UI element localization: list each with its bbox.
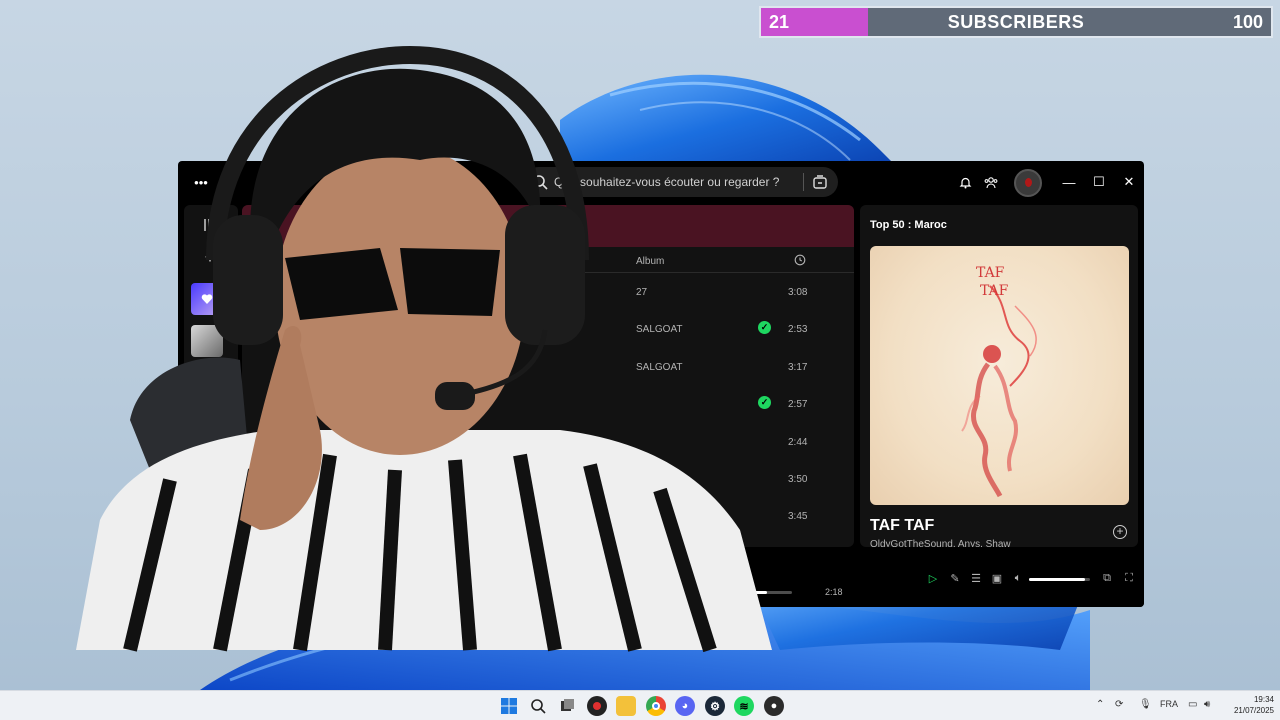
queue-icon[interactable]: ☰ (969, 571, 983, 585)
track-duration: 3:45 (788, 511, 808, 523)
playback-progress-fill (708, 591, 767, 594)
search-divider (803, 173, 804, 191)
subscriber-goal-bar: 21 SUBSCRIBERS 100 (759, 6, 1273, 38)
spotify-window: ••• ‹ Que souhaitez-vous écouter ou rega… (178, 161, 1144, 607)
track-duration: 2:44 (788, 436, 808, 448)
network-icon[interactable]: ▭ (1188, 699, 1197, 710)
volume-icon[interactable]: 🔈︎ (1011, 571, 1025, 585)
album-cover-art: TAF TAF (870, 246, 1129, 505)
liked-songs-cover[interactable] (191, 283, 223, 315)
lyrics-icon[interactable]: ✎ (948, 571, 962, 585)
playlist-main-view: Album 27 3:08 SALGOAT ✓ 2:53 SALGOAT 3:17 ✓ 2:57… (242, 205, 854, 547)
taskbar-clock[interactable]: 19:34 21/07/2025 (1226, 694, 1274, 716)
track-row[interactable]: SALGOAT ✓ 2:53 (242, 311, 854, 348)
clock-date: 21/07/2025 (1233, 706, 1274, 715)
friend-activity-icon[interactable] (982, 173, 1000, 191)
maximize-icon[interactable]: ☐ (1090, 173, 1108, 191)
track-row[interactable]: SALGOAT 3:17 (242, 349, 854, 386)
track-album[interactable]: SALGOAT (636, 324, 683, 335)
downloaded-check-icon: ✓ (758, 396, 771, 410)
file-explorer-icon[interactable] (616, 696, 636, 716)
track-duration: 3:17 (788, 361, 808, 373)
add-to-library-icon[interactable]: + (1113, 525, 1127, 539)
fullscreen-icon[interactable]: ⛶ (1122, 571, 1136, 585)
steam-icon[interactable]: ⚙ (705, 696, 725, 716)
browse-icon[interactable] (812, 174, 828, 193)
spotify-topbar: ••• ‹ Que souhaitez-vous écouter ou rega… (178, 161, 1144, 203)
now-playing-song-title[interactable]: TAF TAF (870, 517, 934, 535)
windows-start-icon[interactable] (499, 696, 519, 716)
smoke-figure-illustration (961, 285, 1037, 498)
track-table-header: Album (242, 253, 854, 273)
playback-progress-bar[interactable] (708, 591, 792, 594)
subscriber-label: SUBSCRIBERS (947, 11, 1085, 32)
downloaded-check-icon: ✓ (758, 321, 771, 335)
playlist-header (242, 205, 854, 247)
close-icon[interactable]: ✕ (1120, 173, 1138, 191)
microphone-icon[interactable]: 🎙︎ (1139, 699, 1152, 710)
heart-icon (201, 294, 213, 304)
track-row[interactable]: 3:45 (242, 498, 854, 535)
show-hidden-icons-icon[interactable]: ⌃ (1096, 699, 1104, 710)
player-bar: 2:18 ▷ ✎ ☰ ▣ 🔈︎ ⧉ ⛶ (178, 553, 1144, 607)
obs-icon[interactable]: ● (764, 696, 784, 716)
track-row[interactable]: 2:44 (242, 424, 854, 461)
total-time: 2:18 (825, 587, 843, 597)
more-options-icon[interactable]: ••• (192, 173, 210, 191)
volume-slider[interactable] (1029, 578, 1090, 581)
track-duration: 2:57 (788, 399, 808, 411)
create-playlist-icon[interactable]: + (198, 245, 222, 269)
track-duration: 3:08 (788, 287, 808, 298)
windows-taskbar: ◕ ⚙ ≋ ● ⌃ ⟳ 🎙︎ FRA ▭ 🔊︎ 19:34 21/07/2025 (0, 690, 1280, 720)
library-icon[interactable] (198, 213, 222, 237)
sync-icon[interactable]: ⟳ (1115, 699, 1123, 710)
search-input[interactable]: Que souhaitez-vous écouter ou regarder ? (554, 175, 779, 189)
track-duration: 3:50 (788, 474, 808, 485)
search-icon[interactable] (528, 696, 548, 716)
chrome-icon[interactable] (646, 696, 666, 716)
track-row[interactable]: 27 3:08 (242, 274, 854, 311)
search-icon (532, 174, 548, 193)
connect-device-icon[interactable]: ▣ (990, 571, 1004, 585)
album-column-header[interactable]: Album (636, 256, 664, 267)
subscriber-goal: 100 (1232, 11, 1263, 32)
spotify-icon[interactable]: ≋ (734, 696, 754, 716)
task-view-icon[interactable] (557, 696, 577, 716)
now-playing-artists[interactable]: OldyGotTheSound, Anys, Shaw (870, 539, 1011, 547)
language-indicator[interactable]: FRA (1160, 699, 1178, 709)
library-sidebar: + (184, 205, 238, 547)
miniplayer-icon[interactable]: ⧉ (1100, 571, 1114, 585)
discord-icon[interactable]: ◕ (675, 696, 695, 716)
red-app-icon[interactable] (587, 696, 607, 716)
user-avatar[interactable] (1014, 169, 1042, 197)
clock-time: 19:34 (1253, 695, 1274, 704)
track-row[interactable]: 3:50 (242, 461, 854, 498)
duration-clock-icon[interactable] (794, 254, 806, 269)
now-playing-playlist-title[interactable]: Top 50 : Maroc (870, 219, 947, 231)
search-bar[interactable]: Que souhaitez-vous écouter ou regarder ? (524, 167, 838, 197)
back-icon[interactable]: ‹ (224, 173, 242, 191)
now-playing-panel: Top 50 : Maroc TAF TAF TAF TAF OldyGotTh… (860, 205, 1138, 547)
volume-fill (1029, 578, 1086, 581)
now-playing-view-icon[interactable]: ▷ (926, 571, 940, 585)
playlist-cover[interactable] (191, 325, 223, 357)
track-duration: 2:53 (788, 324, 808, 336)
speaker-icon[interactable]: 🔊︎ (1204, 699, 1210, 710)
track-album[interactable]: 27 (636, 287, 647, 298)
track-row[interactable]: ✓ 2:57 (242, 386, 854, 423)
notifications-bell-icon[interactable] (956, 173, 974, 191)
minimize-icon[interactable]: — (1060, 173, 1078, 191)
track-album[interactable]: SALGOAT (636, 362, 683, 373)
